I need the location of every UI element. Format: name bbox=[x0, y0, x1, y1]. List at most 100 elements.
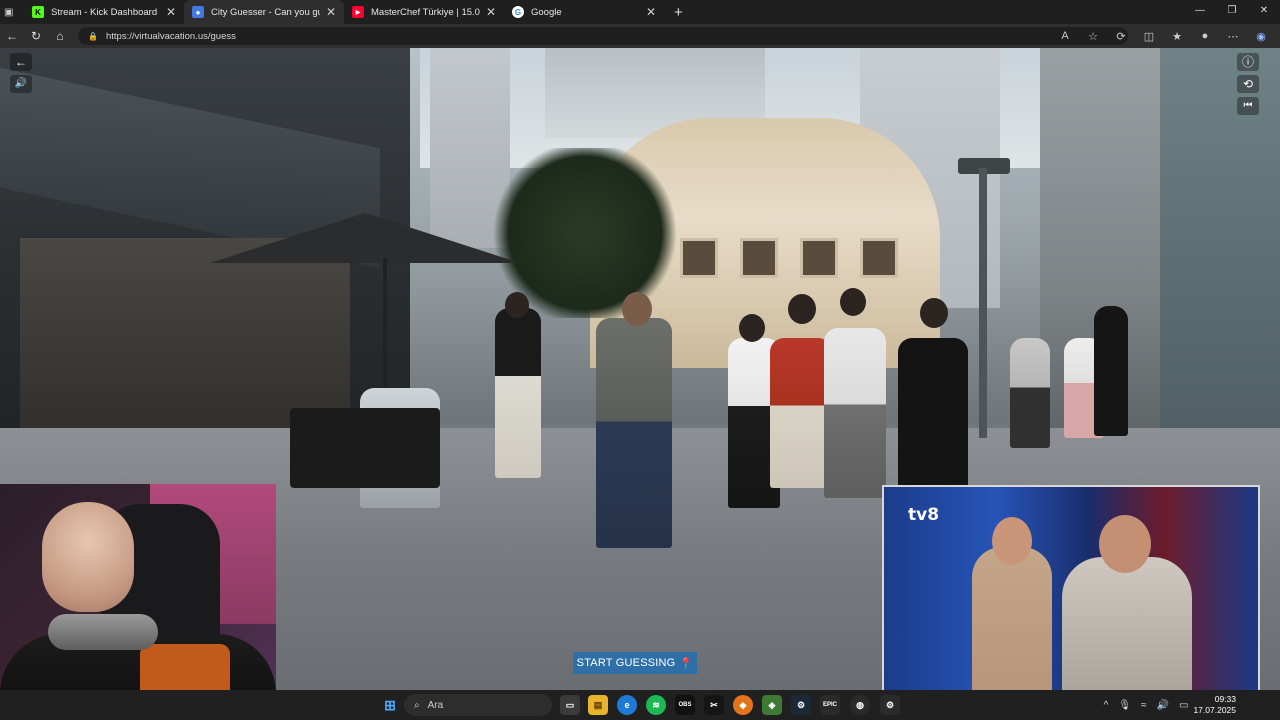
tab-google[interactable]: G Google ✕ bbox=[504, 0, 664, 24]
lock-icon: 🔒 bbox=[88, 31, 98, 41]
globe-icon: ● bbox=[192, 6, 204, 18]
capcut-icon[interactable]: ✂ bbox=[704, 695, 724, 715]
extensions-icon[interactable]: ⟳ bbox=[1108, 30, 1134, 43]
search-placeholder: Ara bbox=[427, 699, 444, 711]
browser-tools: A ☆ ⟳ ◫ ★ ● ⋯ ◉ bbox=[1052, 24, 1274, 48]
taskbar-search[interactable]: ⌕ Ara bbox=[404, 694, 552, 716]
refresh-icon[interactable]: ↻ bbox=[24, 29, 48, 43]
search-icon: ⌕ bbox=[414, 699, 420, 711]
close-tab-icon[interactable]: ✕ bbox=[646, 5, 656, 19]
streamer-face bbox=[42, 502, 134, 612]
pedestrian-head bbox=[505, 292, 529, 318]
tv8-logo: tv8 bbox=[908, 505, 940, 525]
close-tab-icon[interactable]: ✕ bbox=[326, 5, 336, 19]
settings-icon[interactable]: ⚙ bbox=[880, 695, 900, 715]
address-bar[interactable]: 🔒 https://virtualvacation.us/guess bbox=[78, 27, 1128, 45]
webcam-overlay bbox=[0, 484, 276, 720]
host-left bbox=[972, 547, 1052, 695]
brave-icon[interactable]: ◆ bbox=[733, 695, 753, 715]
app-icon[interactable]: ◈ bbox=[762, 695, 782, 715]
street-lamp bbox=[979, 168, 987, 438]
split-screen-icon[interactable]: ◫ bbox=[1136, 30, 1162, 43]
tab-title: City Guesser - Can you guess bbox=[211, 6, 320, 18]
start-guessing-label: START GUESSING bbox=[576, 657, 676, 669]
task-view-icon[interactable]: ▭ bbox=[560, 695, 580, 715]
pedestrian bbox=[898, 338, 968, 508]
tab-actions-icon[interactable]: ▣ bbox=[0, 0, 18, 24]
copilot-icon[interactable]: ◉ bbox=[1248, 30, 1274, 43]
pedestrian-head bbox=[840, 288, 866, 316]
spotify-icon[interactable]: ≋ bbox=[646, 695, 666, 715]
pedestrian bbox=[495, 308, 541, 478]
close-tab-icon[interactable]: ✕ bbox=[166, 5, 176, 19]
back-arrow-icon[interactable]: ← bbox=[10, 53, 32, 71]
windows-start-icon[interactable]: ⊞ bbox=[380, 695, 400, 715]
tv-picture-in-picture: tv8 bbox=[882, 485, 1260, 697]
host-right bbox=[1062, 557, 1192, 695]
app-icon[interactable]: OBS bbox=[675, 695, 695, 715]
maximize-button[interactable]: ❐ bbox=[1216, 0, 1248, 24]
clock-time: 09:33 bbox=[1214, 694, 1236, 704]
microphone bbox=[48, 614, 158, 650]
file-explorer-icon[interactable]: ▤ bbox=[588, 695, 608, 715]
right-building-glass bbox=[1160, 48, 1280, 428]
google-icon: G bbox=[512, 6, 524, 18]
building-window bbox=[740, 238, 778, 278]
epic-games-icon[interactable]: EPIC bbox=[820, 695, 840, 715]
favorites-icon[interactable]: ★ bbox=[1164, 30, 1190, 43]
sound-icon[interactable]: 🔊 bbox=[10, 75, 32, 93]
steam-icon[interactable]: ⚙ bbox=[791, 695, 811, 715]
building-window bbox=[800, 238, 838, 278]
tab-masterchef[interactable]: ▶ MasterChef Türkiye | 15.07.2 ✕ bbox=[344, 0, 504, 24]
taskbar: ⊞ ⌕ Ara ▭ ▤ e ≋ OBS ✂ ◆ ◈ ⚙ EPIC ◍ ⚙ ^ 🎙… bbox=[0, 690, 1280, 720]
app-icon[interactable]: ◍ bbox=[850, 695, 870, 715]
tab-kick-dashboard[interactable]: K Stream - Kick Dashboard ✕ bbox=[24, 0, 184, 24]
tab-title: Stream - Kick Dashboard bbox=[51, 6, 158, 18]
profile-avatar[interactable]: ● bbox=[1192, 30, 1218, 42]
new-tab-button[interactable]: + bbox=[674, 4, 683, 21]
pedestrian bbox=[824, 328, 886, 498]
pedestrian bbox=[1094, 306, 1128, 436]
host-right-head bbox=[1099, 515, 1151, 573]
chevron-up-icon[interactable]: ^ bbox=[1104, 700, 1109, 711]
reload-icon[interactable]: ⟲ bbox=[1237, 75, 1259, 93]
tab-title: Google bbox=[531, 6, 562, 18]
pedestrian bbox=[596, 318, 672, 548]
kick-icon: K bbox=[32, 6, 44, 18]
clock[interactable]: 09:33 17.07.2025 bbox=[1193, 694, 1236, 716]
more-menu-icon[interactable]: ⋯ bbox=[1220, 30, 1246, 43]
pedestrian bbox=[1010, 338, 1050, 448]
host-left-head bbox=[992, 517, 1032, 565]
tab-city-guesser[interactable]: ● City Guesser - Can you guess ✕ bbox=[184, 0, 344, 24]
info-icon[interactable]: ⓘ bbox=[1237, 53, 1259, 71]
browser-tab-strip: ▣ K Stream - Kick Dashboard ✕ ● City Gue… bbox=[0, 0, 1280, 24]
favorite-star-icon[interactable]: ☆ bbox=[1080, 30, 1106, 43]
pedestrian-head bbox=[920, 298, 948, 328]
window-controls: — ❐ ✕ bbox=[1184, 0, 1280, 24]
close-tab-icon[interactable]: ✕ bbox=[486, 5, 496, 19]
building-window bbox=[680, 238, 718, 278]
minimize-button[interactable]: — bbox=[1184, 0, 1216, 24]
home-icon[interactable]: ⌂ bbox=[48, 29, 72, 43]
pedestrian-head bbox=[622, 292, 652, 326]
pedestrian-head bbox=[739, 314, 765, 342]
close-window-button[interactable]: ✕ bbox=[1248, 0, 1280, 24]
rewind-icon[interactable]: ⏮ bbox=[1237, 97, 1259, 115]
wifi-icon[interactable]: ≈ bbox=[1141, 700, 1147, 711]
system-tray: ^ 🎙 ≈ 🔊 ▭ 09:33 17.07.2025 bbox=[1099, 690, 1280, 720]
edge-icon[interactable]: e bbox=[617, 695, 637, 715]
building-window bbox=[860, 238, 898, 278]
battery-icon[interactable]: ▭ bbox=[1179, 700, 1188, 711]
cafe-table bbox=[290, 408, 440, 488]
clock-date: 17.07.2025 bbox=[1193, 705, 1236, 715]
start-guessing-button[interactable]: START GUESSING 📍 bbox=[573, 652, 697, 674]
pedestrian-head bbox=[788, 294, 816, 324]
map-pin-icon: 📍 bbox=[679, 657, 694, 670]
url-text: https://virtualvacation.us/guess bbox=[105, 30, 236, 42]
youtube-icon: ▶ bbox=[352, 6, 364, 18]
back-icon[interactable]: ← bbox=[0, 29, 24, 43]
read-aloud-icon[interactable]: A bbox=[1052, 30, 1078, 42]
microphone-icon[interactable]: 🎙 bbox=[1118, 700, 1131, 711]
volume-icon[interactable]: 🔊 bbox=[1157, 700, 1169, 711]
pedestrian bbox=[770, 338, 832, 488]
